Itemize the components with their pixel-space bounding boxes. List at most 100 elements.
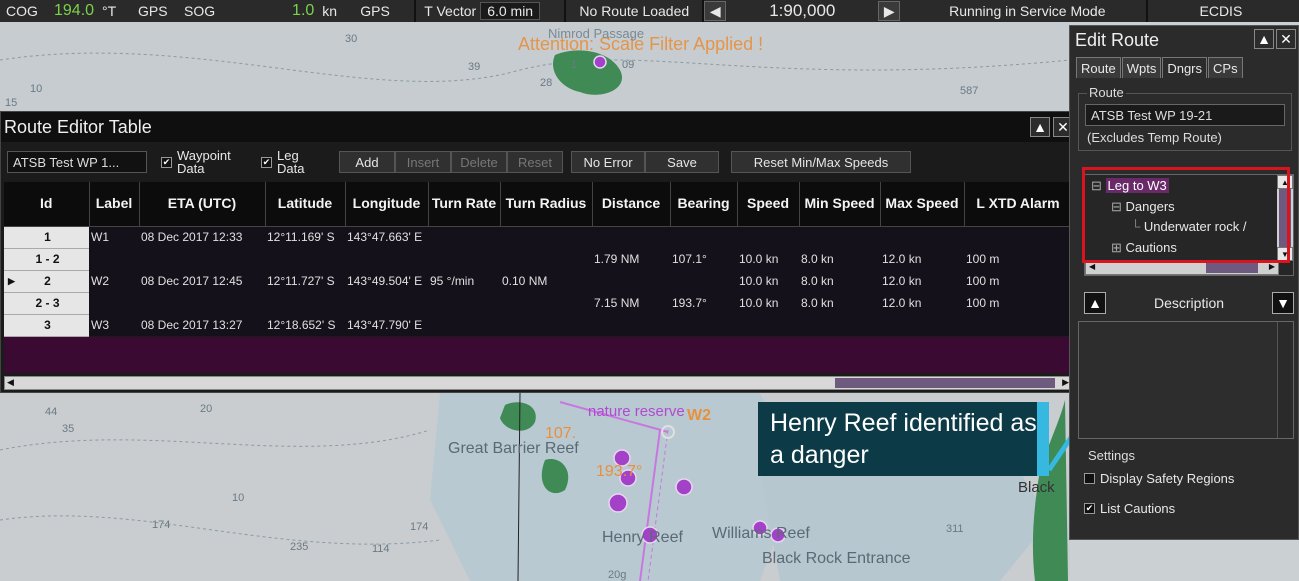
column-header[interactable]: Latitude: [265, 182, 346, 227]
display-safety-regions-checkbox[interactable]: Display Safety Regions: [1084, 472, 1234, 485]
scrollbar-thumb[interactable]: [835, 378, 1055, 388]
cell-label: [89, 292, 139, 314]
scrollbar-thumb[interactable]: [1206, 263, 1258, 273]
next-icon[interactable]: ▼: [1272, 292, 1294, 314]
table-row[interactable]: 3 W3 08 Dec 2017 13:27 12°18.652' S 143°…: [4, 314, 1072, 337]
cell-turn-radius: [500, 292, 592, 314]
route-group: Route ATSB Test WP 19-21 (Excludes Temp …: [1078, 85, 1292, 151]
sounding: 35: [62, 423, 74, 435]
previous-icon[interactable]: ▲: [1084, 292, 1106, 314]
add-button[interactable]: Add: [339, 151, 395, 173]
column-header[interactable]: Id: [4, 182, 90, 227]
reset-speeds-button[interactable]: Reset Min/Max Speeds: [731, 151, 911, 173]
column-header[interactable]: Label: [89, 182, 140, 227]
column-header[interactable]: ETA (UTC): [139, 182, 266, 227]
maximize-icon[interactable]: ▲: [1030, 117, 1050, 137]
column-header[interactable]: L XTD Alarm: [964, 182, 1073, 227]
sounding: 311: [946, 523, 964, 535]
cog-source: GPS: [138, 3, 168, 19]
column-header[interactable]: Turn Radius: [500, 182, 593, 227]
checkbox-empty-icon: [1084, 473, 1095, 484]
scale-increase-button[interactable]: ▶: [878, 1, 901, 21]
row-id[interactable]: 3: [4, 314, 89, 337]
tab-route[interactable]: Route: [1076, 57, 1121, 78]
row-id[interactable]: ▶ 2: [4, 270, 89, 293]
tvector-value[interactable]: 6.0 min: [480, 2, 541, 20]
cell-speed: 10.0 kn: [737, 270, 799, 292]
tree-horizontal-scrollbar[interactable]: ◀ ▶: [1085, 261, 1279, 275]
scroll-left-icon[interactable]: ◀: [7, 377, 14, 388]
leg-data-checkbox[interactable]: ✔ Leg Data: [261, 149, 317, 175]
table-row[interactable]: 1 W1 08 Dec 2017 12:33 12°11.169' S 143°…: [4, 226, 1072, 249]
table-empty-area: [4, 337, 1072, 373]
tab-dangers[interactable]: Dngrs: [1162, 57, 1208, 78]
bearing-label: 193.7°: [596, 463, 642, 480]
sounding: 587: [960, 85, 978, 97]
maximize-icon[interactable]: ▲: [1254, 29, 1274, 49]
reset-button[interactable]: Reset: [507, 151, 563, 173]
cell-max-speed: [880, 226, 964, 248]
sounding: 39: [468, 61, 480, 73]
route-name-field[interactable]: ATSB Test WP 19-21: [1085, 104, 1285, 126]
column-header[interactable]: Distance: [592, 182, 671, 227]
cell-bearing: [670, 270, 737, 292]
cell-speed: [737, 314, 799, 336]
row-id[interactable]: 1 - 2: [4, 248, 89, 271]
cell-turn-rate: [428, 226, 500, 248]
column-header[interactable]: Longitude: [345, 182, 429, 227]
cell-min-speed: 8.0 kn: [799, 292, 880, 314]
column-header[interactable]: Bearing: [670, 182, 738, 227]
tab-checkpoints[interactable]: CPs: [1208, 57, 1243, 78]
tvector-control[interactable]: T Vector 6.0 min: [416, 0, 567, 22]
list-cautions-checkbox[interactable]: ✔ List Cautions: [1084, 502, 1175, 515]
column-header[interactable]: Turn Rate: [428, 182, 501, 227]
cell-xtd: 100 m: [964, 248, 1072, 270]
scroll-right-icon[interactable]: ▶: [1269, 262, 1275, 271]
row-id[interactable]: 1: [4, 226, 89, 249]
description-scrollbar[interactable]: [1277, 322, 1293, 438]
route-note: (Excludes Temp Route): [1087, 130, 1222, 145]
cell-turn-radius: [500, 248, 592, 270]
current-row-icon: ▶: [8, 275, 15, 286]
waypoint-data-checkbox[interactable]: ✔ Waypoint Data: [161, 149, 247, 175]
cell-longitude: [345, 292, 428, 314]
cell-turn-radius: [500, 226, 592, 248]
sounding: 20: [200, 403, 212, 415]
place-label: Great Barrier Reef: [448, 440, 579, 457]
row-id[interactable]: 2 - 3: [4, 292, 89, 315]
no-error-button[interactable]: No Error: [571, 151, 645, 173]
table-header-row: Id Label ETA (UTC) Latitude Longitude Tu…: [4, 182, 1073, 227]
edit-route-panel: Edit Route ▲ ✕ Route Wpts Dngrs CPs Rout…: [1069, 25, 1299, 540]
scroll-right-icon[interactable]: ▶: [1062, 377, 1069, 388]
route-table: Id Label ETA (UTC) Latitude Longitude Tu…: [4, 182, 1073, 337]
callout-accent-bar: [1037, 402, 1049, 476]
save-button[interactable]: Save: [645, 151, 719, 173]
cell-latitude: [265, 248, 345, 270]
place-label: Black Rock Entrance: [762, 550, 911, 567]
column-header[interactable]: Speed: [737, 182, 800, 227]
tvector-label: T Vector: [424, 3, 477, 19]
table-row[interactable]: 1 - 2 1.79 NM 107.1° 10.0 kn 8.0 kn 12.0…: [4, 248, 1072, 271]
route-name-field[interactable]: ATSB Test WP 1...: [7, 151, 147, 173]
column-header[interactable]: Max Speed: [880, 182, 965, 227]
insert-button[interactable]: Insert: [395, 151, 451, 173]
table-row[interactable]: 2 - 3 7.15 NM 193.7° 10.0 kn 8.0 kn 12.0…: [4, 292, 1072, 315]
cell-turn-rate: [428, 248, 500, 270]
table-row[interactable]: ▶ 2 W2 08 Dec 2017 12:45 12°11.727' S 143…: [4, 270, 1072, 293]
window-title-bar[interactable]: Route Editor Table: [1, 112, 1073, 142]
delete-button[interactable]: Delete: [451, 151, 507, 173]
tab-waypoints[interactable]: Wpts: [1121, 57, 1162, 78]
description-area[interactable]: [1078, 321, 1294, 439]
scroll-left-icon[interactable]: ◀: [1089, 262, 1095, 271]
cell-latitude: [265, 292, 345, 314]
close-icon[interactable]: ✕: [1276, 29, 1296, 49]
cell-min-speed: [799, 226, 880, 248]
horizontal-scrollbar[interactable]: ◀ ▶: [4, 376, 1072, 390]
scale-decrease-button[interactable]: ◀: [704, 1, 727, 21]
cell-turn-rate: [428, 314, 500, 336]
cell-speed: 10.0 kn: [737, 292, 799, 314]
sounding: 174: [410, 521, 428, 533]
column-header[interactable]: Min Speed: [799, 182, 881, 227]
tab-bar: Route Wpts Dngrs CPs: [1076, 57, 1298, 78]
cell-turn-radius: [500, 314, 592, 336]
